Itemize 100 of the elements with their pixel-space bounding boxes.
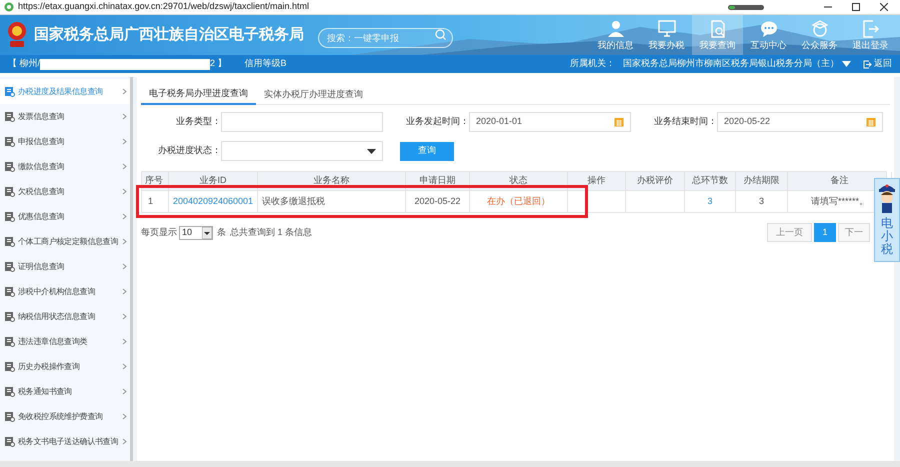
chevron-icon — [122, 438, 127, 445]
document-icon — [4, 136, 15, 147]
search-icon — [435, 29, 446, 40]
chevron-icon — [122, 363, 127, 370]
search-field[interactable]: 搜索：一键零申报 — [318, 28, 453, 48]
column-header: 业务ID — [169, 172, 258, 190]
table-cell: 误收多缴退抵税 — [258, 191, 406, 212]
column-header: 办结期限 — [736, 172, 788, 190]
sidebar-item[interactable]: 欠税信息查询 — [0, 179, 130, 204]
sidebar-item[interactable]: 纳税信用状态信息查询 — [0, 304, 130, 329]
next-page-button[interactable]: 下一 — [838, 223, 870, 242]
caret-icon — [842, 61, 851, 67]
per-page-label: 每页显示 — [141, 226, 177, 239]
input-field[interactable]: 2020-01-01 — [469, 112, 631, 132]
sidebar-item[interactable]: 历史办税操作查询 — [0, 354, 130, 379]
nav-button[interactable]: 我的信息 — [590, 15, 641, 55]
address-bar[interactable]: https://etax.guangxi.chinatax.gov.cn:29701/web/dzswj/taxclient/main.html — [18, 0, 309, 14]
document-icon — [4, 261, 15, 272]
document-icon — [4, 211, 15, 222]
office-name: 国家税务总局柳州市柳南区税务局银山税务分局（主） — [623, 57, 839, 70]
logout-icon — [862, 20, 880, 38]
document-icon — [4, 436, 15, 447]
document-icon — [4, 386, 15, 397]
credit-level: 信用等级B — [244, 57, 287, 70]
field-label: 业务结束时间： — [653, 115, 717, 128]
column-header: 操作 — [568, 172, 626, 190]
chevron-icon — [122, 263, 127, 270]
sidebar-item[interactable]: 免收税控系统维护费查询 — [0, 404, 130, 429]
sidebar-item[interactable]: 个体工商户核定定额信息查询 — [0, 229, 130, 254]
document-icon — [4, 411, 15, 422]
column-header: 申请日期 — [406, 172, 470, 190]
chevron-icon — [122, 338, 127, 345]
close-icon — [880, 3, 888, 11]
tab[interactable]: 电子税务局办理进度查询 — [141, 85, 256, 105]
calendar-icon — [614, 117, 624, 127]
table-cell[interactable]: 3 — [685, 191, 736, 212]
chevron-icon — [122, 188, 127, 195]
column-header: 办税评价 — [626, 172, 685, 190]
document-icon — [4, 336, 15, 347]
nav-button[interactable]: 我要办税 — [641, 15, 692, 55]
input-field[interactable] — [221, 112, 383, 132]
chevron-icon — [122, 213, 127, 220]
caret-icon — [367, 148, 376, 154]
caret-icon — [202, 226, 212, 238]
document-icon — [4, 286, 15, 297]
business-id-link[interactable]: 2004020924060001 — [169, 191, 258, 212]
maximize-icon — [852, 3, 860, 11]
column-header: 序号 — [142, 172, 169, 190]
table-cell: 3 — [736, 191, 788, 212]
field-label: 业务类型： — [175, 115, 221, 128]
document-search-icon — [708, 20, 726, 38]
dropdown[interactable] — [221, 141, 383, 161]
chevron-icon — [122, 138, 127, 145]
sidebar-item[interactable]: 违法违章信息查询类 — [0, 329, 130, 354]
column-header: 状态 — [470, 172, 568, 190]
sidebar-item[interactable]: 办税进度及结果信息查询 — [0, 79, 130, 104]
document-icon — [4, 236, 15, 247]
input-field[interactable]: 2020-05-22 — [717, 112, 883, 132]
chevron-icon — [122, 113, 127, 120]
progress-indicator-icon — [728, 4, 764, 10]
document-icon — [4, 361, 15, 372]
column-header: 业务名称 — [258, 172, 406, 190]
chevron-icon — [122, 238, 127, 245]
sidebar-item[interactable]: 优惠信息查询 — [0, 204, 130, 229]
monitor-icon — [658, 20, 676, 38]
table-cell: 在办（已退回） — [470, 191, 568, 212]
sidebar-item[interactable]: 涉税中介机构信息查询 — [0, 279, 130, 304]
document-icon — [4, 161, 15, 172]
back-link[interactable]: 返回 — [863, 57, 892, 71]
table-cell: 2020-05-22 — [406, 191, 470, 212]
account-text: 【 柳州/ — [8, 57, 40, 70]
chevron-icon — [122, 413, 127, 420]
account-text: 2 】 — [210, 57, 227, 70]
calendar-icon — [866, 117, 876, 127]
sidebar-item[interactable]: 缴款信息查询 — [0, 154, 130, 179]
field-label: 办税进度状态： — [157, 144, 221, 158]
sidebar-item[interactable]: 申报信息查询 — [0, 129, 130, 154]
chevron-icon — [122, 88, 127, 95]
logout-icon — [863, 60, 872, 68]
document-icon — [4, 86, 15, 97]
column-header: 总环节数 — [685, 172, 736, 190]
chevron-icon — [122, 313, 127, 320]
chevron-icon — [122, 163, 127, 170]
total-count: 总共查询到 1 条信息 — [230, 226, 312, 239]
page-size-dropdown[interactable]: 10 — [179, 226, 213, 240]
office-label: 所属机关： — [570, 57, 615, 70]
person-icon — [606, 20, 624, 38]
tab[interactable]: 实体办税厅办理进度查询 — [256, 85, 371, 105]
sidebar-item[interactable]: 税务文书电子送达确认书查询 — [0, 429, 130, 454]
document-icon — [4, 186, 15, 197]
document-icon — [4, 111, 15, 122]
chevron-icon — [122, 288, 127, 295]
emblem-icon — [6, 21, 28, 49]
chevron-icon — [122, 388, 127, 395]
sidebar-item[interactable]: 发票信息查询 — [0, 104, 130, 129]
sidebar-item[interactable]: 证明信息查询 — [0, 254, 130, 279]
nav-button[interactable]: 互动中心 — [743, 15, 794, 55]
table-cell: 1 — [142, 191, 169, 212]
sidebar-item[interactable]: 税务通知书查询 — [0, 379, 130, 404]
field-label: 业务发起时间： — [405, 115, 469, 128]
